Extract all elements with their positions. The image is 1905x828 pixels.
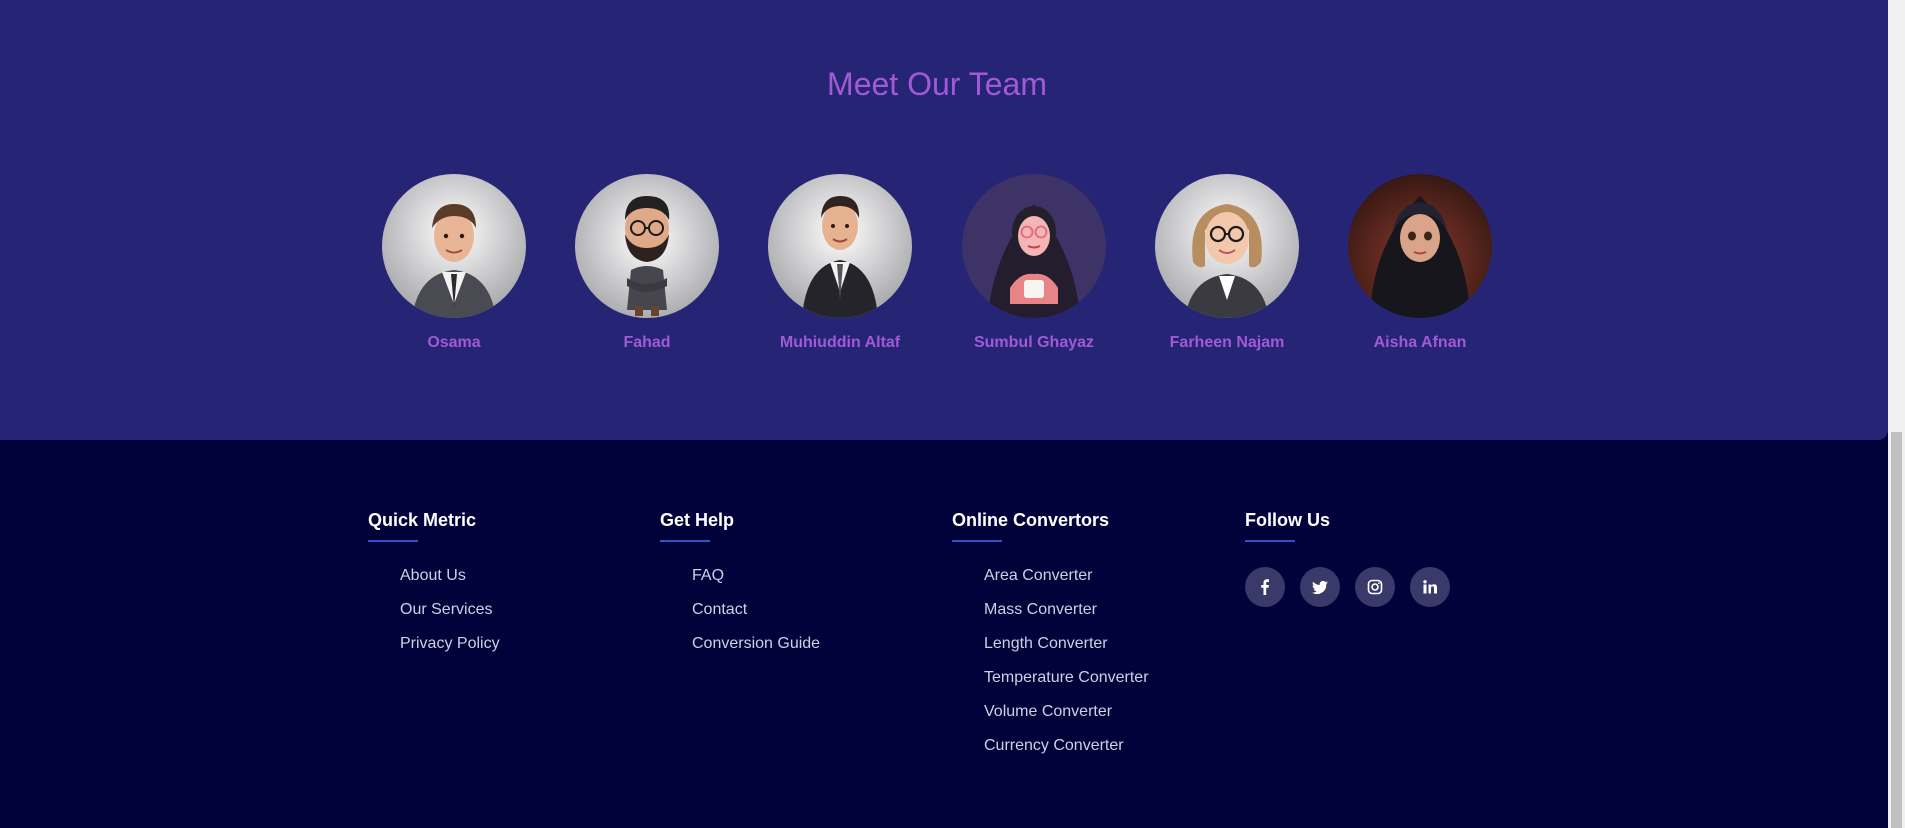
scrollbar-thumb[interactable] bbox=[1891, 432, 1902, 828]
footer-link-about-us[interactable]: About Us bbox=[400, 567, 500, 585]
team-member-muhiuddin-altaf: Muhiuddin Altaf bbox=[750, 174, 930, 352]
heading-underline bbox=[952, 540, 1002, 542]
footer-link-our-services[interactable]: Our Services bbox=[400, 601, 500, 619]
member-name: Muhiuddin Altaf bbox=[779, 334, 901, 351]
linkedin-icon bbox=[1423, 580, 1437, 594]
team-member-fahad: Fahad bbox=[557, 174, 737, 352]
footer-link-contact[interactable]: Contact bbox=[692, 601, 820, 619]
footer-link-temperature-converter[interactable]: Temperature Converter bbox=[984, 669, 1149, 687]
footer-links: FAQ Contact Conversion Guide bbox=[660, 567, 820, 653]
team-title: Meet Our Team bbox=[827, 66, 1047, 102]
footer-col-follow-us: Follow Us bbox=[1245, 510, 1450, 607]
footer-link-currency-converter[interactable]: Currency Converter bbox=[984, 737, 1149, 755]
heading-underline bbox=[1245, 540, 1295, 542]
facebook-icon bbox=[1261, 579, 1269, 595]
footer-links: Area Converter Mass Converter Length Con… bbox=[952, 567, 1149, 755]
member-name: Sumbul Ghayaz bbox=[973, 334, 1095, 351]
footer-link-faq[interactable]: FAQ bbox=[692, 567, 820, 585]
footer: Quick Metric About Us Our Services Priva… bbox=[0, 440, 1888, 828]
team-member-aisha-afnan: Aisha Afnan bbox=[1330, 174, 1510, 352]
footer-link-privacy-policy[interactable]: Privacy Policy bbox=[400, 635, 500, 653]
footer-link-volume-converter[interactable]: Volume Converter bbox=[984, 703, 1149, 721]
footer-link-mass-converter[interactable]: Mass Converter bbox=[984, 601, 1149, 619]
footer-heading: Quick Metric bbox=[368, 510, 477, 530]
woman-glasses-avatar-icon bbox=[1155, 174, 1299, 318]
heading-underline bbox=[660, 540, 710, 542]
instagram-button[interactable] bbox=[1355, 567, 1395, 607]
team-member-farheen-najam: Farheen Najam bbox=[1137, 174, 1317, 352]
page: Meet Our Team Osama Fahad Muhiuddin Alta… bbox=[0, 0, 1905, 828]
team-member-sumbul-ghayaz: Sumbul Ghayaz bbox=[944, 174, 1124, 352]
footer-link-length-converter[interactable]: Length Converter bbox=[984, 635, 1149, 653]
hijab-woman-mug-avatar-icon bbox=[962, 174, 1106, 318]
bearded-man-glasses-avatar-icon bbox=[575, 174, 719, 318]
team-members: Osama Fahad Muhiuddin Altaf Sumbul Ghaya… bbox=[0, 174, 1874, 364]
twitter-button[interactable] bbox=[1300, 567, 1340, 607]
member-name: Fahad bbox=[623, 334, 671, 351]
member-name: Farheen Najam bbox=[1169, 334, 1285, 351]
team-section: Meet Our Team Osama Fahad Muhiuddin Alta… bbox=[0, 0, 1888, 440]
linkedin-button[interactable] bbox=[1410, 567, 1450, 607]
twitter-icon bbox=[1312, 580, 1328, 595]
heading-underline bbox=[368, 540, 418, 542]
social-links bbox=[1245, 567, 1450, 607]
member-name: Aisha Afnan bbox=[1373, 334, 1467, 351]
footer-col-get-help: Get Help FAQ Contact Conversion Guide bbox=[660, 510, 820, 669]
man-suit-avatar-icon bbox=[382, 174, 526, 318]
footer-link-area-converter[interactable]: Area Converter bbox=[984, 567, 1149, 585]
footer-links: About Us Our Services Privacy Policy bbox=[368, 567, 500, 653]
footer-link-conversion-guide[interactable]: Conversion Guide bbox=[692, 635, 820, 653]
facebook-button[interactable] bbox=[1245, 567, 1285, 607]
member-name: Osama bbox=[427, 334, 481, 351]
hijab-girl-avatar-icon bbox=[1348, 174, 1492, 318]
man-black-suit-avatar-icon bbox=[768, 174, 912, 318]
footer-heading: Follow Us bbox=[1245, 510, 1330, 530]
team-member-osama: Osama bbox=[364, 174, 544, 352]
footer-col-quick-metric: Quick Metric About Us Our Services Priva… bbox=[368, 510, 500, 669]
footer-heading: Online Convertors bbox=[952, 510, 1110, 530]
instagram-icon bbox=[1367, 579, 1383, 595]
vertical-scrollbar[interactable] bbox=[1888, 0, 1905, 828]
footer-heading: Get Help bbox=[660, 510, 735, 530]
footer-col-online-convertors: Online Convertors Area Converter Mass Co… bbox=[952, 510, 1149, 771]
